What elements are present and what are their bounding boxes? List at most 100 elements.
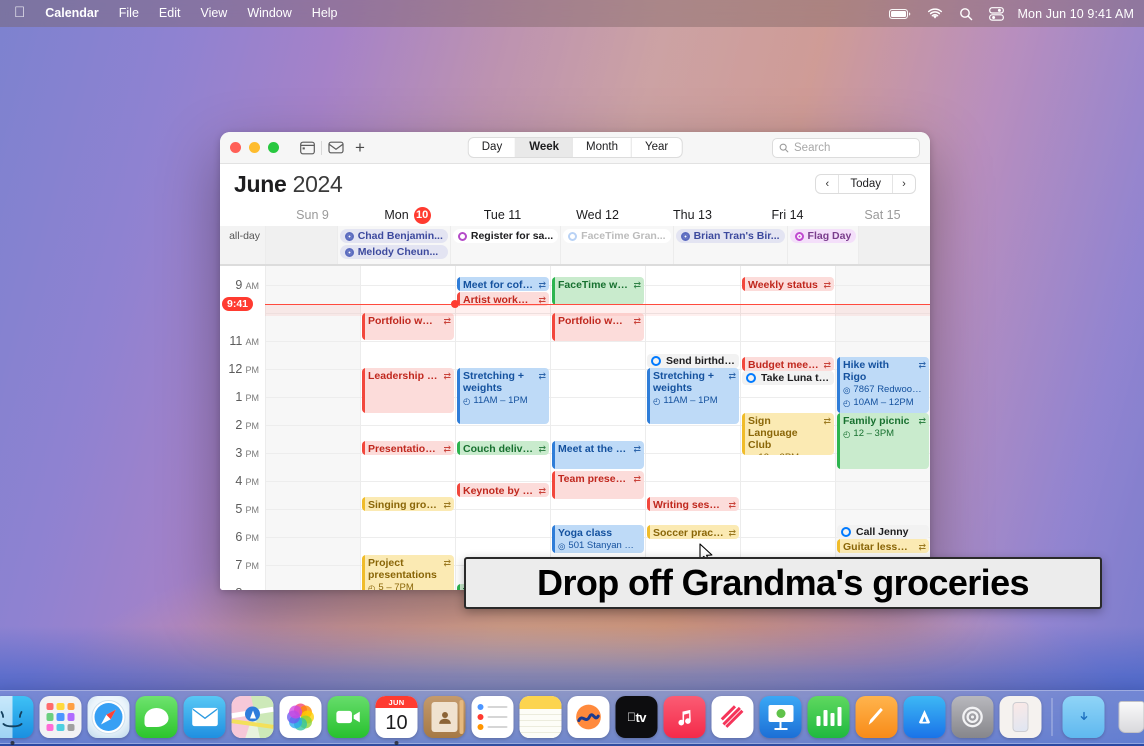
all-day-event[interactable]: Brian Tran's Bir...: [676, 229, 785, 243]
day-header-sun[interactable]: Sun 9: [265, 204, 360, 226]
calendar-event[interactable]: ⇄Stretching + weights◴11AM – 1PM: [457, 368, 549, 424]
all-day-event[interactable]: FaceTime Gran...: [563, 229, 670, 243]
control-center-icon[interactable]: [981, 7, 1012, 21]
iphone-mirroring-icon[interactable]: [1000, 696, 1042, 738]
tab-year[interactable]: Year: [632, 138, 681, 157]
dock-item-calendar[interactable]: JUN10: [376, 696, 418, 738]
pages-icon[interactable]: [856, 696, 898, 738]
calendar-event[interactable]: ⇄Presentation p...: [362, 441, 454, 455]
all-day-col-thu[interactable]: Brian Tran's Bir...: [673, 226, 787, 264]
trash-icon[interactable]: [1111, 696, 1144, 738]
contacts-icon[interactable]: [424, 696, 466, 738]
wifi-icon[interactable]: [919, 8, 951, 20]
dock-item-pages[interactable]: [856, 696, 898, 738]
music-icon[interactable]: [664, 696, 706, 738]
calendar-event[interactable]: ⇄FaceTime with...: [552, 277, 644, 305]
dock-item-numbers[interactable]: [808, 696, 850, 738]
calendar-event[interactable]: ⇄Project presentations◴5 – 7PM: [362, 555, 454, 590]
close-button[interactable]: [230, 142, 241, 153]
finder-icon[interactable]: [0, 696, 34, 738]
next-week-button[interactable]: ›: [893, 175, 915, 193]
day-header-mon[interactable]: Mon 10: [360, 204, 455, 226]
dock-item-mail[interactable]: [184, 696, 226, 738]
numbers-icon[interactable]: [808, 696, 850, 738]
battery-icon[interactable]: [881, 8, 919, 20]
all-day-col-sat[interactable]: [858, 226, 930, 264]
menu-item-calendar[interactable]: Calendar: [35, 0, 109, 27]
tab-week[interactable]: Week: [516, 138, 573, 157]
today-button[interactable]: Today: [838, 175, 893, 193]
appstore-icon[interactable]: [904, 696, 946, 738]
keynote-icon[interactable]: [760, 696, 802, 738]
reminder-checkbox-icon[interactable]: [841, 527, 851, 537]
dock-item-freeform[interactable]: [568, 696, 610, 738]
dock-item-photos[interactable]: [280, 696, 322, 738]
calendar-event[interactable]: ⇄Portfolio work...: [362, 313, 454, 340]
dock-item-messages[interactable]: [136, 696, 178, 738]
calendar-event[interactable]: ⇄Singing group: [362, 497, 454, 511]
calendar-event[interactable]: ⇄Guitar lessons...: [837, 539, 929, 553]
calendar-sidebar-icon[interactable]: [295, 137, 319, 159]
notes-icon[interactable]: [520, 696, 562, 738]
day-header-wed[interactable]: Wed 12: [550, 204, 645, 226]
reminders-icon[interactable]: [472, 696, 514, 738]
all-day-col-sun[interactable]: [265, 226, 337, 264]
appletv-icon[interactable]: tv: [616, 696, 658, 738]
all-day-col-mon[interactable]: Chad Benjamin...Melody Cheun...: [337, 226, 450, 264]
dock-item-iphone-mirroring[interactable]: [1000, 696, 1042, 738]
dock-item-safari[interactable]: [88, 696, 130, 738]
calendar-event[interactable]: ⇄Budget meeting: [742, 357, 834, 371]
dock-item-finder[interactable]: [0, 696, 34, 738]
all-day-event[interactable]: Register for sa...: [453, 229, 558, 243]
search-field[interactable]: Search: [772, 138, 920, 158]
calendar-event[interactable]: ⇄Meet at the res...: [552, 441, 644, 469]
calendar-event[interactable]: ⇄Hike with Rigo◎7867 Redwood...◴10AM – 1…: [837, 357, 929, 413]
tab-month[interactable]: Month: [573, 138, 632, 157]
mail-icon[interactable]: [184, 696, 226, 738]
tab-day[interactable]: Day: [469, 138, 516, 157]
all-day-event[interactable]: Flag Day: [790, 229, 857, 243]
safari-icon[interactable]: [88, 696, 130, 738]
menu-item-view[interactable]: View: [190, 0, 237, 27]
dock-item-news[interactable]: [712, 696, 754, 738]
maximize-button[interactable]: [268, 142, 279, 153]
calendar-event[interactable]: ⇄Weekly status: [742, 277, 834, 291]
day-header-thu[interactable]: Thu 13: [645, 204, 740, 226]
calendar-event[interactable]: ⇄Stretching + weights◴11AM – 1PM: [647, 368, 739, 424]
calendar-event[interactable]: ⇄Leadership skil...: [362, 368, 454, 413]
dock-item-notes[interactable]: [520, 696, 562, 738]
menu-bar-clock[interactable]: Mon Jun 10 9:41 AM: [1012, 7, 1134, 21]
dock-item-trash[interactable]: [1111, 696, 1144, 738]
apple-menu-icon[interactable]: : [10, 0, 35, 28]
dock-item-appstore[interactable]: [904, 696, 946, 738]
reminder-checkbox-icon[interactable]: [651, 356, 661, 366]
calendar-event[interactable]: ⇄Meet for coffee: [457, 277, 549, 291]
calendar-event[interactable]: ⇄Soccer practice: [647, 525, 739, 539]
all-day-col-wed[interactable]: FaceTime Gran...: [560, 226, 672, 264]
calendar-event[interactable]: ⇄Portfolio work...: [552, 313, 644, 341]
day-header-sat[interactable]: Sat 15: [835, 204, 930, 226]
menu-item-window[interactable]: Window: [237, 0, 301, 27]
dock-item-downloads[interactable]: [1063, 696, 1105, 738]
downloads-folder-icon[interactable]: [1063, 696, 1105, 738]
dock-item-contacts[interactable]: [424, 696, 466, 738]
dock-item-appletv[interactable]: tv: [616, 696, 658, 738]
calendar-icon[interactable]: JUN10: [376, 696, 418, 738]
reminder-checkbox-icon[interactable]: [746, 373, 756, 383]
dock-item-reminders[interactable]: [472, 696, 514, 738]
reminder-item[interactable]: Take Luna to th...: [742, 371, 834, 385]
dock-item-keynote[interactable]: [760, 696, 802, 738]
dock-item-maps[interactable]: [232, 696, 274, 738]
dock-item-launchpad[interactable]: [40, 696, 82, 738]
facetime-icon[interactable]: [328, 696, 370, 738]
all-day-col-tue[interactable]: Register for sa...: [450, 226, 560, 264]
launchpad-icon[interactable]: [40, 696, 82, 738]
calendar-event[interactable]: ⇄Writing sessio...: [647, 497, 739, 511]
calendar-event[interactable]: ⇄Couch delivery: [457, 441, 549, 455]
reminder-item[interactable]: Call Jenny: [837, 525, 929, 539]
calendar-event[interactable]: Yoga class◎501 Stanyan St,...◴4 – 5:30PM: [552, 525, 644, 553]
photos-icon[interactable]: [280, 696, 322, 738]
calendar-event[interactable]: ⇄Team presenta...: [552, 471, 644, 499]
dock-item-facetime[interactable]: [328, 696, 370, 738]
all-day-event[interactable]: Melody Cheun...: [340, 245, 448, 259]
